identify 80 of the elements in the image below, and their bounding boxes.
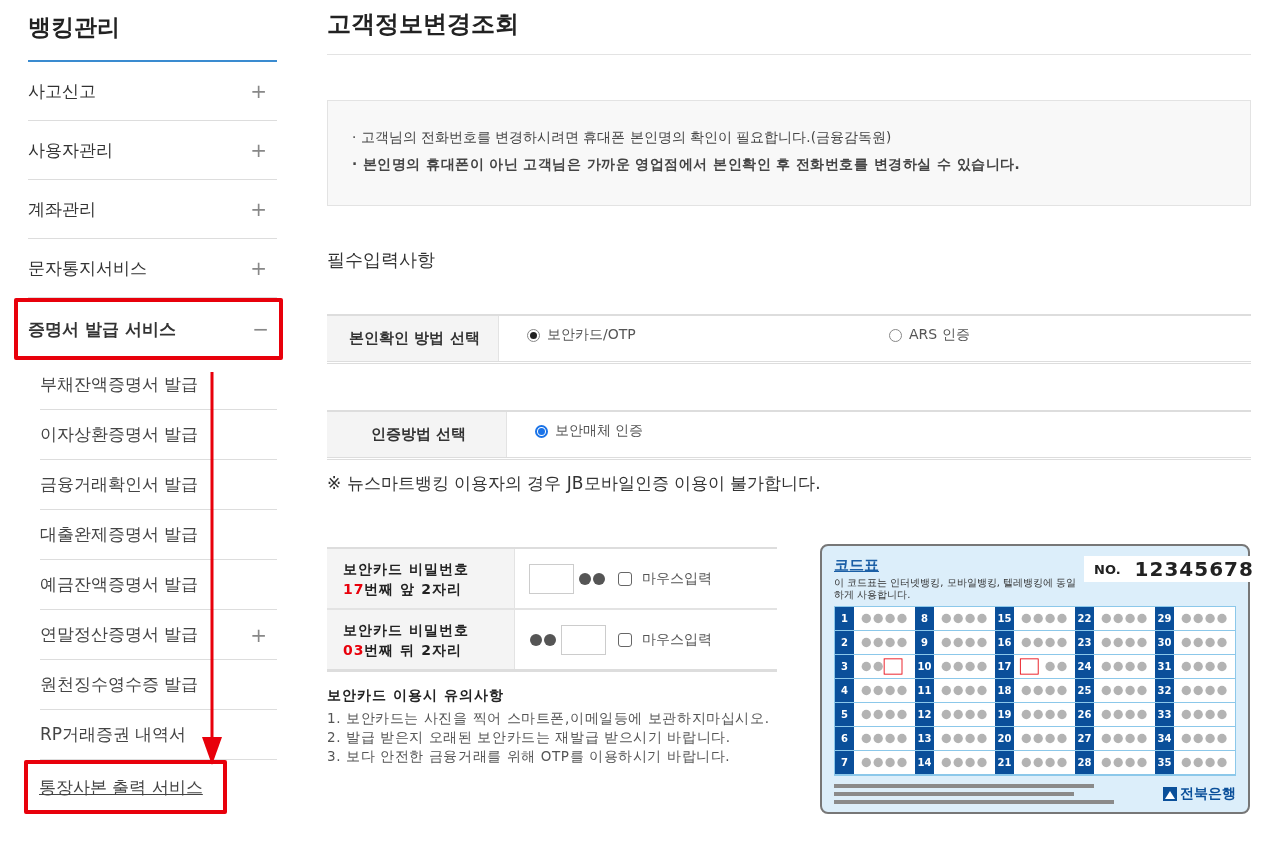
code-cell: 22 — [1075, 607, 1155, 632]
submenu-item[interactable]: 금융거래확인서 발급 — [40, 460, 277, 510]
code-cell: 34 — [1155, 727, 1235, 751]
checkbox-label: 마우스입력 — [642, 630, 712, 649]
row-label: 본인확인 방법 선택 — [327, 316, 499, 361]
caution-title: 보안카드 이용시 유의사항 — [327, 687, 505, 705]
code-cell: 23 — [1075, 631, 1155, 656]
radio-icon[interactable] — [527, 328, 540, 342]
notice-text: · 고객님의 전화번호를 변경하시려면 휴대폰 본인명의 확인이 필요합니다.(금융감독원) — [352, 129, 893, 147]
code-cell: 26 — [1075, 703, 1155, 728]
submenu-item[interactable]: 이자상환증명서 발급 — [40, 410, 277, 460]
sidebar-title: 뱅킹관리 — [28, 0, 277, 62]
caution-text: 1. 보안카드는 사진을 찍어 스마트폰,이메일등에 보관하지마십시오. — [327, 709, 771, 728]
code-cell: 11 — [915, 679, 995, 704]
submenu-item[interactable]: 통장사본 출력 서비스 — [24, 760, 227, 814]
sidebar-item[interactable]: 문자통지서비스 + — [28, 239, 277, 298]
code-cell: 5 — [835, 703, 915, 728]
code-cell: 18 — [995, 679, 1075, 704]
submenu-item[interactable]: 연말정산증명서 발급 + — [40, 610, 277, 660]
code-cell: 29 — [1155, 607, 1235, 632]
card-title: 코드표 — [834, 556, 880, 575]
radio-icon[interactable] — [889, 328, 902, 342]
code-cell: 35 — [1155, 751, 1235, 775]
code-cell: 19 — [995, 703, 1075, 728]
code-cell: 25 — [1075, 679, 1155, 704]
notice-text: ※ 뉴스마트뱅킹 이용자의 경우 JB모바일인증 이용이 불가합니다. — [327, 472, 822, 495]
dots-icon — [578, 571, 606, 586]
submenu-item[interactable]: 예금잔액증명서 발급 — [40, 560, 277, 610]
code-cell: 12 — [915, 703, 995, 728]
row-label: 보안카드 비밀번호 17번째 앞 2자리 — [327, 549, 515, 608]
code-cell: 10 — [915, 655, 995, 680]
sidebar-item[interactable]: 사용자관리 + — [28, 121, 277, 180]
code-cell: 21 — [995, 751, 1075, 775]
radio-icon[interactable] — [535, 424, 548, 438]
code-cell: 13 — [915, 727, 995, 751]
code-cell: 28 — [1075, 751, 1155, 775]
caution-text: 2. 발급 받은지 오래된 보안카드는 재발급 받으시기 바랍니다. — [327, 728, 732, 747]
code-cell: 7 — [835, 751, 915, 775]
code-cell: 9 — [915, 631, 995, 656]
dots-icon — [529, 632, 557, 647]
radio-option[interactable]: 보안카드/OTP — [527, 326, 889, 344]
code-cell: 33 — [1155, 703, 1235, 728]
code-cell: 14 — [915, 751, 995, 775]
section-title: 필수입력사항 — [327, 248, 436, 272]
code-cell: 17 — [995, 655, 1075, 680]
row-label: 인증방법 선택 — [327, 412, 507, 457]
code-cell: 6 — [835, 727, 915, 751]
submenu-item[interactable]: 부채잔액증명서 발급 — [40, 360, 277, 410]
submenu-item[interactable]: 원천징수영수증 발급 — [40, 660, 277, 710]
code-cell: 20 — [995, 727, 1075, 751]
code-cell: 31 — [1155, 655, 1235, 680]
arrow-icon — [200, 372, 224, 767]
sidebar-item[interactable]: 사고신고 + — [28, 62, 277, 121]
caution-text: 3. 보다 안전한 금융거래를 위해 OTP를 이용하시기 바랍니다. — [327, 747, 732, 766]
row-label: 보안카드 비밀번호 03번째 뒤 2자리 — [327, 610, 515, 669]
code-cell: 3 — [835, 655, 915, 680]
radio-option[interactable]: 보안매체 인증 — [535, 422, 897, 440]
notice-text: · 본인명의 휴대폰이 아닌 고객님은 가까운 영업점에서 본인확인 후 전화번호를 변경하실 수 있습니다. — [352, 156, 1022, 174]
checkbox[interactable] — [618, 571, 632, 586]
code-cell: 16 — [995, 631, 1075, 656]
code-cell: 15 — [995, 607, 1075, 632]
radio-option[interactable]: ARS 인증 — [889, 326, 1251, 344]
code-cell: 32 — [1155, 679, 1235, 704]
code-cell: 30 — [1155, 631, 1235, 656]
sidebar-item[interactable]: 계좌관리 + — [28, 180, 277, 239]
code-cell: 4 — [835, 679, 915, 704]
checkbox[interactable] — [618, 632, 632, 647]
bank-logo: 전북은행 — [1163, 785, 1236, 803]
card-subtitle: 이 코드표는 인터넷뱅킹, 모바일뱅킹, 텔레뱅킹에 동일하게 사용합니다. — [834, 577, 1078, 601]
sidebar-item[interactable]: 증명서 발급 서비스 − — [14, 298, 283, 360]
submenu-item[interactable]: 대출완제증명서 발급 — [40, 510, 277, 560]
checkbox-label: 마우스입력 — [642, 569, 712, 588]
code-cell: 8 — [915, 607, 995, 632]
code-cell: 27 — [1075, 727, 1155, 751]
password-field[interactable] — [529, 563, 574, 594]
code-cell: 2 — [835, 631, 915, 656]
code-cell: 1 — [835, 607, 915, 632]
password-field[interactable] — [561, 624, 606, 655]
code-cell: 24 — [1075, 655, 1155, 680]
page-title: 고객정보변경조회 — [327, 0, 1251, 55]
